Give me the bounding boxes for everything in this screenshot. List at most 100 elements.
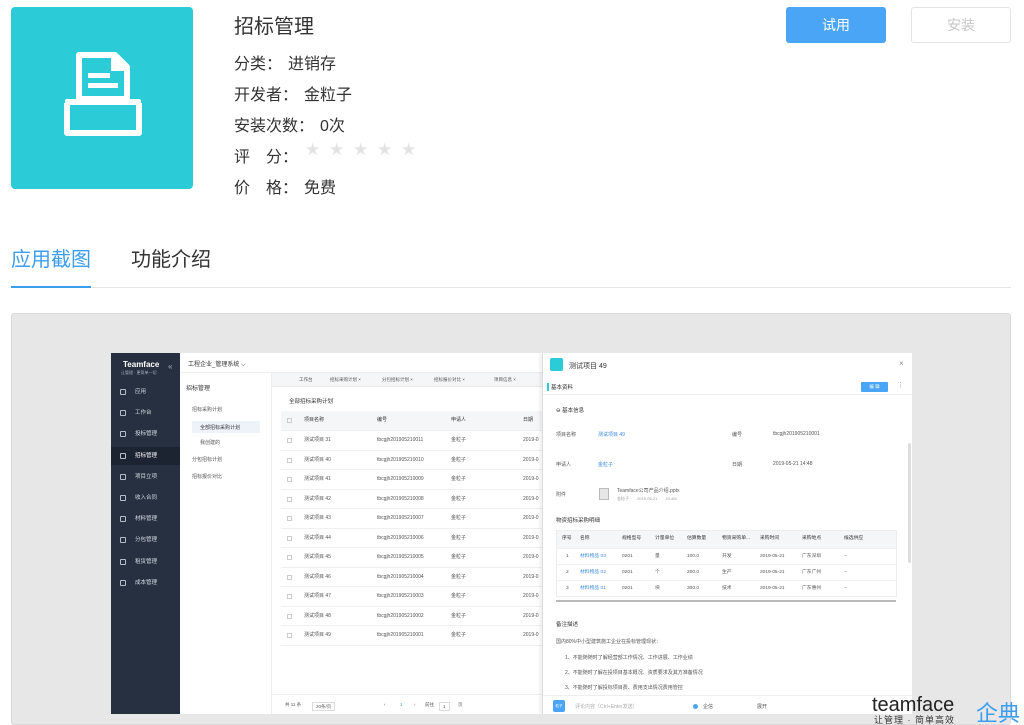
document-tray-icon <box>64 52 142 136</box>
table-cell: 生产 <box>722 570 732 575</box>
install-button[interactable]: 安装 <box>911 7 1011 43</box>
material-head: 物资招标采购明细 <box>556 518 601 524</box>
table-cell: 金粒子 <box>451 534 467 541</box>
screenshot-slogan: 让管理 · 更简单一切 <box>121 370 157 375</box>
table-cell: 0201 <box>622 586 633 591</box>
rating-row: 评 分： <box>234 143 298 167</box>
table-cell: 开发 <box>722 554 732 559</box>
table-row: 测试项目 48 tbcgjh201905210002 金粒子 2019-0 <box>281 607 542 626</box>
select-all-checkbox <box>287 418 292 423</box>
trial-button[interactable]: 试用 <box>786 7 886 43</box>
table-cell: 金粒子 <box>451 515 467 521</box>
table-cell: 广东惠州 <box>802 586 822 591</box>
screenshot-sidebar-item: 招标管理 <box>111 446 180 465</box>
table-cell: 金粒子 <box>451 456 467 463</box>
table-cell: 金粒子 <box>451 476 467 482</box>
table-cell: 金粒子 <box>451 495 467 502</box>
table-cell: 2019-05-21 <box>760 570 785 575</box>
basic-info-head: ⊖ 基本信息 <box>556 408 585 414</box>
table-cell: 金粒子 <box>451 612 467 619</box>
table-cell: 2019-0 <box>523 456 539 463</box>
installs-value: 0次 <box>320 118 345 135</box>
scope-select: 企信 <box>703 704 714 710</box>
table-cell: 金粒子 <box>451 437 467 443</box>
table-cell: 测试项目 40 <box>304 456 331 463</box>
row-checkbox <box>287 594 292 599</box>
list-column-header: 编号 <box>377 417 388 423</box>
detail-tabs: 应用截图 功能介绍 <box>11 246 1011 288</box>
menu-icon <box>120 579 126 586</box>
tab-screenshots[interactable]: 应用截图 <box>11 246 91 288</box>
screenshot-sidebar-item: 成本管理 <box>111 574 180 592</box>
table-cell: tbcgjh201905210005 <box>377 554 424 560</box>
app-detail-page: 招标管理 分类： 进销存 开发者： 金粒子 安装次数： 0次 评 分： ★ ★ ★ ★ ★ 价… <box>0 0 1024 725</box>
table-row: 2 材料物品 02 0201 个 200.0 生产 2019-05-21 广东广州 -- <box>557 564 896 580</box>
material-column-header: 采购时间 <box>760 536 780 541</box>
watermark-slogan: 让管理 · 简单高效 <box>874 715 955 725</box>
watermark-brand-cn: 企典 <box>976 701 1021 725</box>
submenu-item: 分包招标计划 <box>192 457 223 463</box>
submenu-item: 我创建的 <box>200 440 221 446</box>
table-row: 测试项目 46 tbcgjh201905210004 金粒子 2019-0 <box>281 568 542 587</box>
material-table: 序号 名称 规格型号 计量单位 估算数量 物资采购单... 采购时间 采购地点 候选供应 1 材料物… <box>556 530 897 597</box>
attachment-meta: 金粒子 2019-05-21 24.4M <box>617 496 677 501</box>
menu-icon <box>120 516 126 523</box>
table-cell: 0201 <box>622 554 633 559</box>
material-header-row: 序号 名称 规格型号 计量单位 估算数量 物资采购单... 采购时间 采购地点 候选供应 <box>557 531 896 548</box>
table-cell: 300.0 <box>687 586 700 591</box>
table-cell: 2019-05-21 <box>760 586 785 591</box>
list-title: 全部招标采购计划 <box>289 399 334 405</box>
table-cell: 个 <box>655 570 660 575</box>
table-cell: 金粒子 <box>451 593 467 599</box>
detail-drawer: 测试项目 49 × 基本资料 编 辑 ⋮ ⊖ 基本信息 项目名称 测试项目 49… <box>542 353 912 714</box>
field-label: 附件 <box>556 492 567 498</box>
field-value: tbcgjh201905210001 <box>773 431 820 437</box>
close-icon: × <box>899 359 904 368</box>
table-cell: 测试项目 31 <box>304 437 331 443</box>
list-table: 项目名称 编号 申请人 日期 测试项目 31 tbcgjh201905210011 金粒子 2… <box>281 411 542 646</box>
submenu-item: 招标报价对比 <box>192 474 223 480</box>
screenshot-sidebar-label: 收入合同 <box>135 495 158 501</box>
table-row: 测试项目 31 tbcgjh201905210011 金粒子 2019-0 <box>281 431 542 451</box>
screenshot-sidebar-label: 成本管理 <box>135 579 158 586</box>
table-cell: 金粒子 <box>451 573 467 580</box>
table-row: 测试项目 44 tbcgjh201905210006 金粒子 2019-0 <box>281 529 542 548</box>
table-cell: 2019-0 <box>523 534 539 541</box>
next-page-icon: › <box>414 702 416 707</box>
table-cell: 2019-0 <box>523 573 539 580</box>
table-cell: 0201 <box>622 570 633 575</box>
drawer-title: 测试项目 49 <box>569 363 607 370</box>
screenshot-tab: 工作台 <box>299 377 313 382</box>
prev-page-icon: ‹ <box>384 702 386 707</box>
screenshot-topbar: 工程企业_管理系统 ⌵ <box>180 353 542 373</box>
submenu-title: 招标管理 <box>186 386 211 392</box>
screenshot-sidebar-item: 材料管理 <box>111 510 180 528</box>
page-suffix: 页 <box>458 702 463 707</box>
table-row: 1 材料物品 03 0201 量 100.0 开发 2019-05-21 广东深圳 -- <box>557 548 896 564</box>
menu-icon <box>120 495 126 501</box>
app-screenshot[interactable]: Teamface 让管理 · 更简单一切 « 应用 工作台 投标管理 招标管理 项目立项… <box>111 353 912 714</box>
cart-icon <box>550 358 563 371</box>
row-checkbox <box>287 477 292 482</box>
tab-features[interactable]: 功能介绍 <box>131 246 211 288</box>
row-checkbox <box>287 633 292 638</box>
table-row: 测试项目 43 tbcgjh201905210007 金粒子 2019-0 <box>281 509 542 529</box>
screenshot-sidebar-item: 分包管理 <box>111 531 180 549</box>
table-cell: 材料物品 01 <box>580 586 606 591</box>
attachment-name: Teamface公司产品介绍.pptx <box>617 488 680 494</box>
installs-row: 安装次数： 0次 <box>234 112 345 136</box>
screenshot-submenu: 招标管理 招标采购计划 全部招标采购计划 我创建的 分包招标计划 招标报价对比 <box>180 373 272 714</box>
table-cell: 测试项目 42 <box>304 495 331 502</box>
scope-icon <box>693 704 698 709</box>
row-checkbox <box>287 516 292 521</box>
screenshot-sidebar-item: 收入合同 <box>111 489 180 507</box>
table-row: 测试项目 49 tbcgjh201905210001 金粒子 2019-0 <box>281 626 542 646</box>
menu-icon <box>120 410 126 417</box>
star-icon: ★ <box>377 140 393 159</box>
comment-bar: 粒子 评论内容（Ctrl+Enter发送） 企信 展开 <box>543 695 912 714</box>
screenshot-sidebar-item: 项目立项 <box>111 468 180 486</box>
page-size-select: 20条/页 <box>312 702 336 711</box>
submenu-item: 招标采购计划 <box>192 407 223 413</box>
more-icon: ⋮ <box>897 382 904 389</box>
table-cell: tbcgjh201905210009 <box>377 476 424 482</box>
